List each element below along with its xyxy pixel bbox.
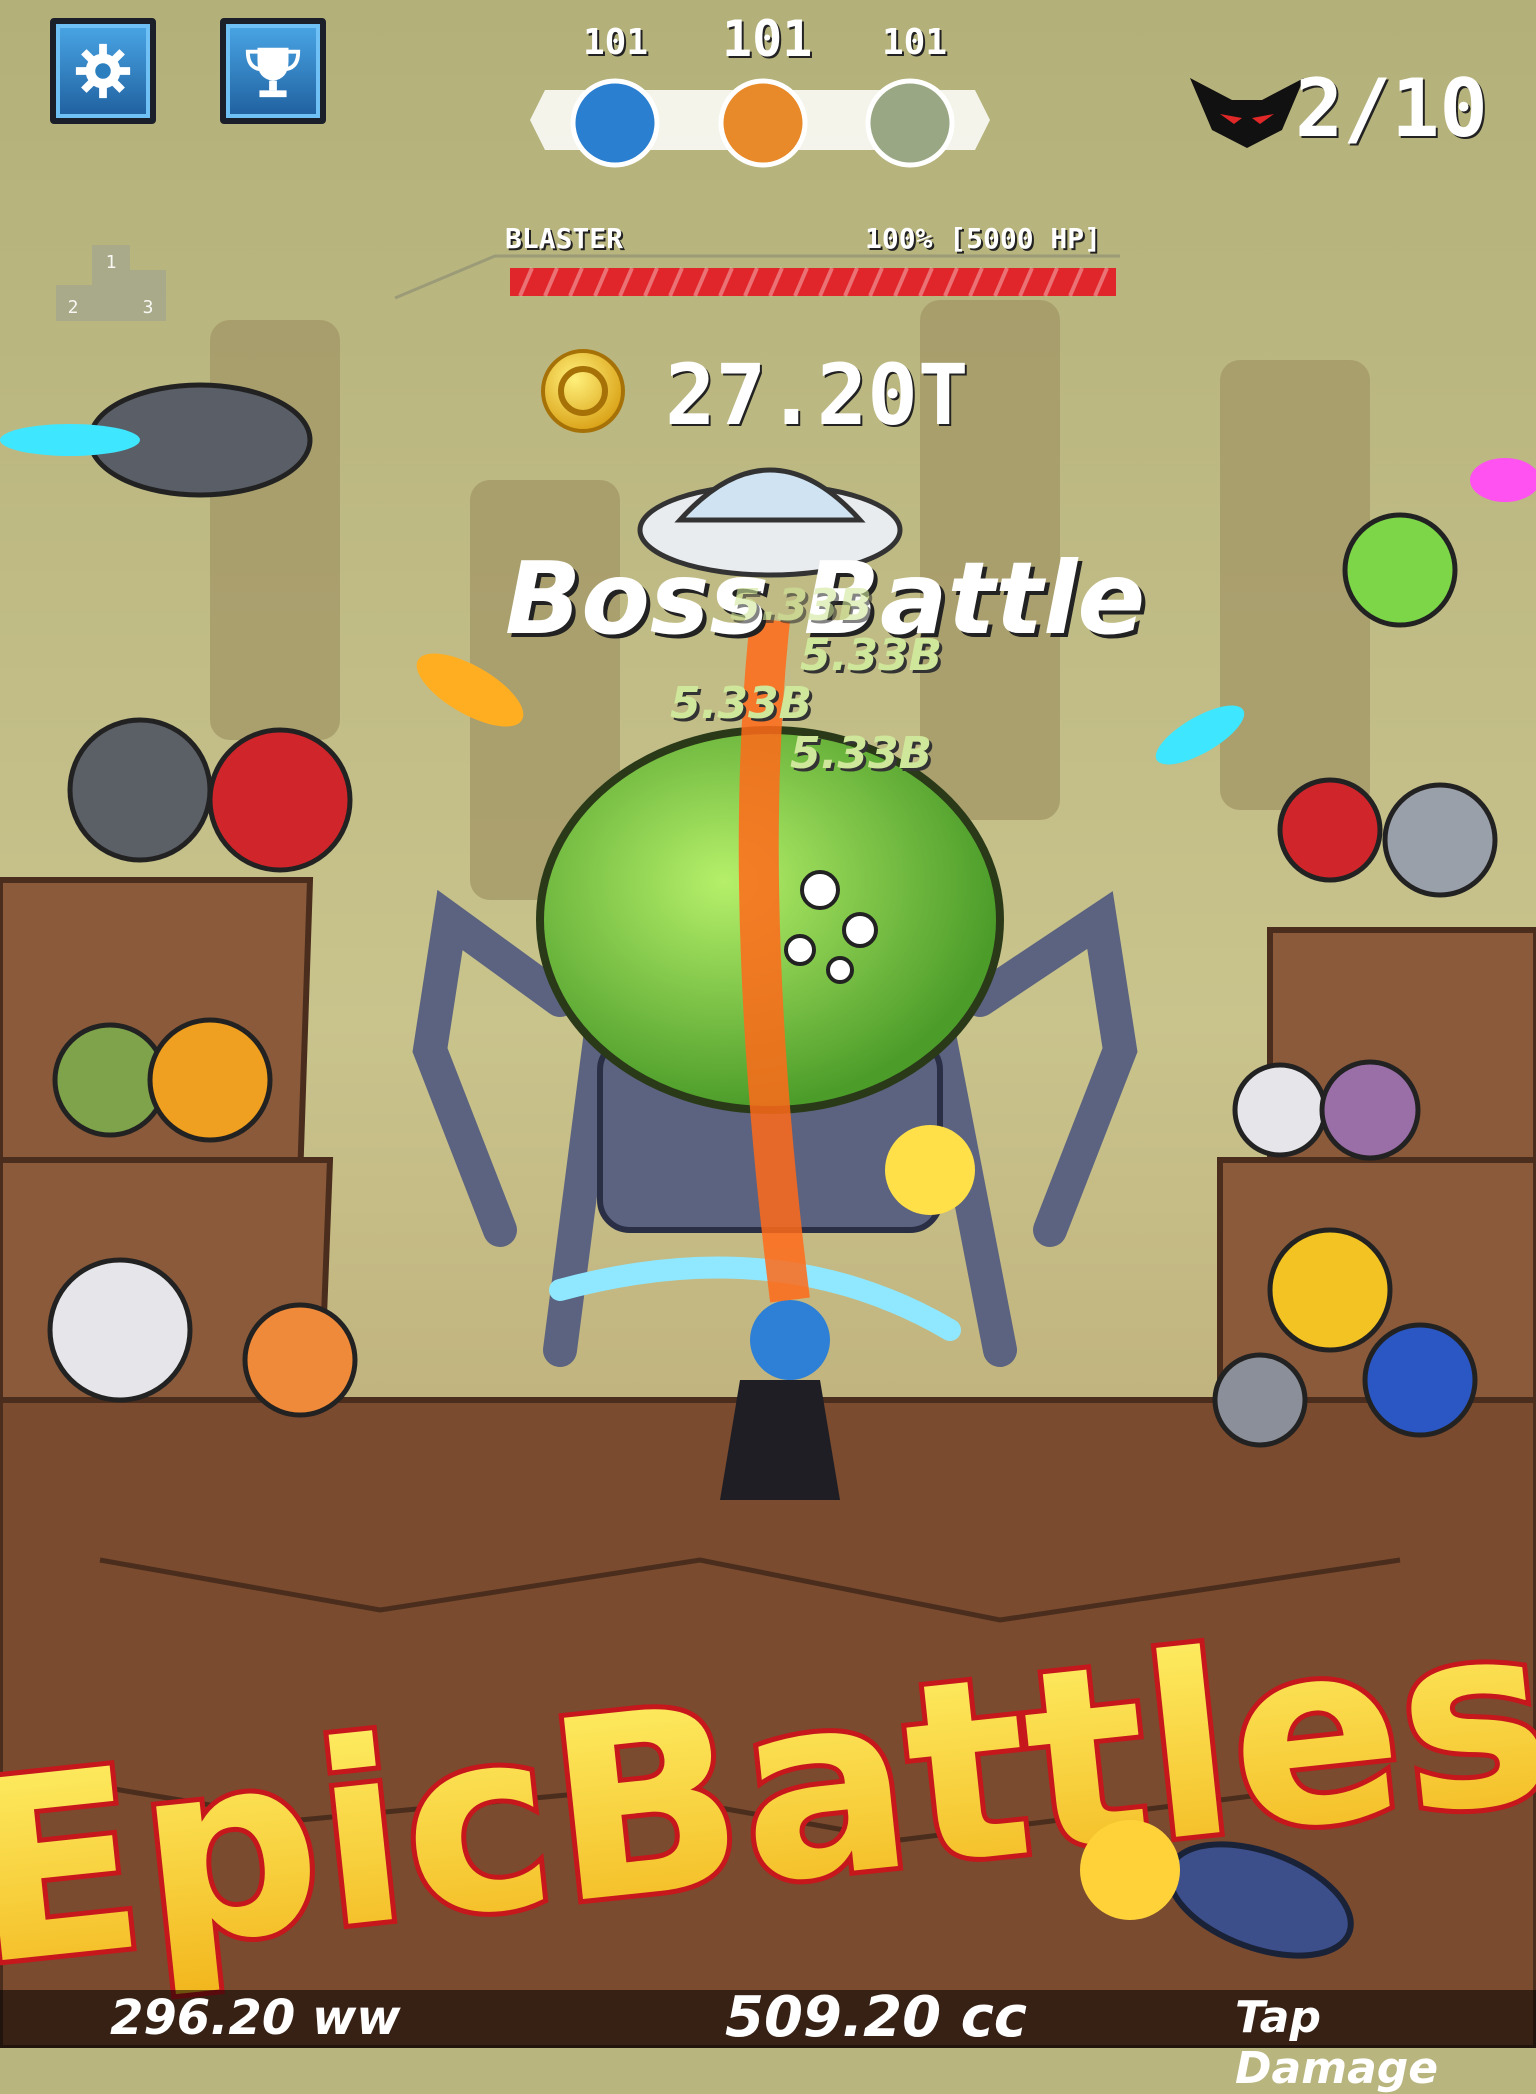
footer-stat-left: 296.20 ww <box>110 1990 401 2046</box>
boss-hp-text: 100% [5000 HP] <box>865 222 1102 255</box>
damage-number: 5.33B <box>800 630 943 681</box>
settings-button[interactable] <box>50 18 156 124</box>
stage-level-current: 101 <box>722 10 813 68</box>
podium-rank-2: 2 <box>68 297 79 318</box>
gold-amount: 27.20T <box>665 346 969 444</box>
trophy-button[interactable] <box>220 18 326 124</box>
stage-planet-orange[interactable] <box>718 78 808 168</box>
podium-rank-3: 3 <box>143 297 154 318</box>
gear-icon <box>75 43 131 99</box>
stage-level-left: 101 <box>583 22 649 63</box>
boss-name: BLASTER <box>505 222 624 255</box>
stage-selector <box>530 78 990 168</box>
podium-rank-1: 1 <box>106 252 117 273</box>
trophy-icon <box>245 47 301 98</box>
damage-number: 5.33B <box>670 678 813 729</box>
tap-damage-label: Tap Damage <box>1235 1992 1439 2094</box>
stage-planet-blue[interactable] <box>570 78 660 168</box>
boss-counter: 2/10 <box>1295 62 1488 155</box>
stage-planet-green[interactable] <box>865 78 955 168</box>
damage-number: 5.33B <box>790 728 933 779</box>
game-scene[interactable]: 1 2 3 EpicBattles <box>0 0 1536 2048</box>
footer-stat-center: 509.20 cc <box>725 1985 1027 2050</box>
coin-icon <box>541 349 625 433</box>
damage-number: 5.33B <box>730 580 873 631</box>
stage-level-right: 101 <box>882 22 948 63</box>
